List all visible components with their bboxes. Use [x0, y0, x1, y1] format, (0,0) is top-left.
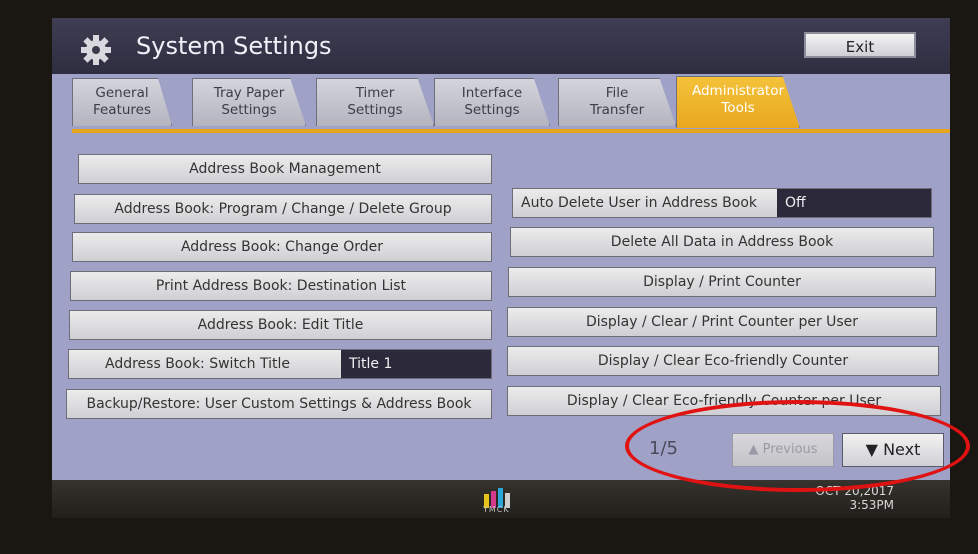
address-book-management-button[interactable]: Address Book Management	[78, 154, 492, 184]
tab-label-line: Tray Paper	[213, 85, 285, 101]
tab-file-transfer[interactable]: File Transfer	[558, 78, 676, 126]
tab-label-line: Administrator	[691, 83, 785, 99]
annotation-circle	[625, 400, 970, 492]
counter-per-user-button[interactable]: Display / Clear / Print Counter per User	[507, 307, 937, 337]
title-bar: System Settings Exit	[52, 18, 950, 74]
tab-label-line: Settings	[347, 102, 403, 118]
page-title: System Settings	[136, 32, 332, 60]
display-print-counter-button[interactable]: Display / Print Counter	[508, 267, 936, 297]
address-book-program-group-button[interactable]: Address Book: Program / Change / Delete …	[74, 194, 492, 224]
backup-restore-button[interactable]: Backup/Restore: User Custom Settings & A…	[66, 389, 492, 419]
tab-label-line: File	[605, 85, 629, 101]
toner-label: YMCK	[483, 505, 510, 514]
eco-friendly-counter-button[interactable]: Display / Clear Eco-friendly Counter	[507, 346, 939, 376]
auto-delete-value: Off	[777, 189, 931, 217]
tab-interface-settings[interactable]: Interface Settings	[434, 78, 550, 126]
tab-tray-paper-settings[interactable]: Tray Paper Settings	[192, 78, 306, 126]
tab-label-line: Settings	[221, 102, 277, 118]
tab-administrator-tools[interactable]: Administrator Tools	[676, 76, 800, 128]
address-book-edit-title-button[interactable]: Address Book: Edit Title	[69, 310, 492, 340]
address-book-change-order-button[interactable]: Address Book: Change Order	[72, 232, 492, 262]
tab-label-line: Transfer	[589, 102, 645, 118]
switch-title-value: Title 1	[341, 350, 491, 378]
tab-label-line: Timer	[355, 85, 395, 101]
exit-button[interactable]: Exit	[804, 32, 916, 58]
delete-all-data-button[interactable]: Delete All Data in Address Book	[510, 227, 934, 257]
time-text: 3:53PM	[849, 498, 894, 512]
print-address-book-button[interactable]: Print Address Book: Destination List	[70, 271, 492, 301]
tab-label-line: General	[95, 85, 149, 101]
address-book-switch-title-button[interactable]: Address Book: Switch Title Title 1	[68, 349, 492, 379]
auto-delete-user-button[interactable]: Auto Delete User in Address Book Off	[512, 188, 932, 218]
switch-title-label: Address Book: Switch Title	[105, 356, 290, 372]
gear-icon	[81, 35, 111, 65]
tab-timer-settings[interactable]: Timer Settings	[316, 78, 434, 126]
tab-label-line: Features	[92, 102, 152, 118]
auto-delete-label: Auto Delete User in Address Book	[521, 195, 758, 211]
tab-label-line: Settings	[464, 102, 520, 118]
tab-label-line: Tools	[721, 100, 755, 116]
tab-bar: General Features Tray Paper Settings Tim…	[72, 76, 950, 130]
tab-underline	[72, 129, 950, 133]
tab-general-features[interactable]: General Features	[72, 78, 172, 126]
tab-label-line: Interface	[461, 85, 523, 101]
